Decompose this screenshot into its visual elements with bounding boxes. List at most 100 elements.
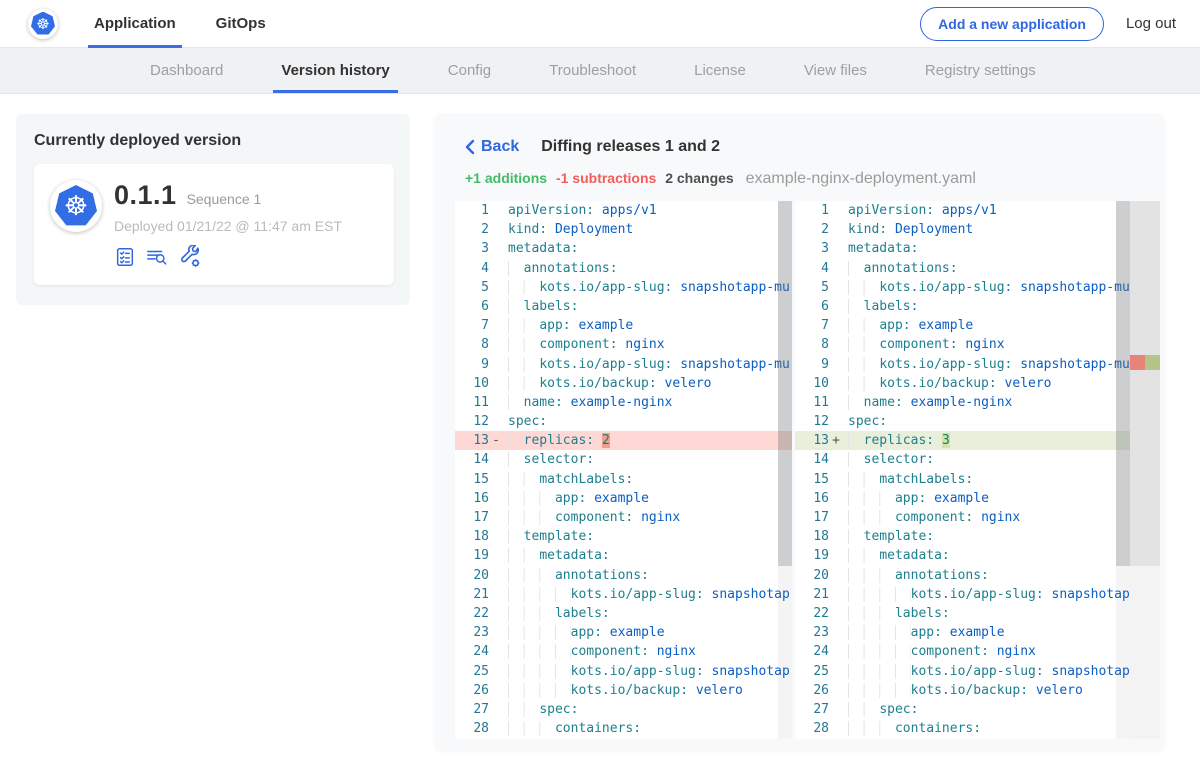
diff-sign (829, 585, 843, 604)
diff-sign (489, 316, 503, 335)
line-number: 12 (455, 412, 489, 431)
diff-sign (829, 239, 843, 258)
diff-line: 27 spec: (455, 700, 792, 719)
code-text: metadata: (843, 546, 950, 565)
diff-overview-ruler[interactable] (1130, 201, 1160, 739)
scrollbar-thumb[interactable] (778, 201, 792, 566)
line-number: 22 (795, 604, 829, 623)
diff-line: 15 matchLabels: (455, 470, 792, 489)
preflight-checks-icon[interactable] (114, 246, 136, 268)
subnav-item-license[interactable]: License (686, 48, 754, 93)
diff-line: 3metadata: (455, 239, 792, 258)
diff-sign (829, 355, 843, 374)
diff-line: 7 app: example (795, 316, 1160, 335)
scrollbar-thumb[interactable] (1116, 201, 1130, 566)
diff-line: 22 labels: (795, 604, 1160, 623)
line-number: 21 (795, 585, 829, 604)
diff-sign (489, 566, 503, 585)
line-number: 6 (795, 297, 829, 316)
back-link[interactable]: Back (465, 138, 519, 156)
code-text: apiVersion: apps/v1 (843, 201, 997, 220)
diff-sign (829, 700, 843, 719)
line-number: 24 (795, 642, 829, 661)
subnav-item-version-history[interactable]: Version history (273, 48, 397, 93)
code-text: name: example-nginx (843, 393, 1012, 412)
diff-line: 25 kots.io/app-slug: snapshotap (795, 662, 1160, 681)
diff-line: 9 kots.io/app-slug: snapshotapp-mu (455, 355, 792, 374)
diff-line: 26 kots.io/backup: velero (795, 681, 1160, 700)
diff-line: 14 selector: (795, 450, 1160, 469)
line-number: 9 (795, 355, 829, 374)
diff-sign (829, 623, 843, 642)
subnav-item-registry-settings[interactable]: Registry settings (917, 48, 1044, 93)
line-number: 13 (795, 431, 829, 450)
diff-line: 4 annotations: (795, 259, 1160, 278)
code-text: template: (503, 527, 594, 546)
code-text: spec: (843, 700, 918, 719)
scrollbar-original[interactable] (778, 201, 792, 739)
diff-title: Diffing releases 1 and 2 (541, 138, 720, 156)
view-logs-icon[interactable] (145, 246, 169, 268)
logout-button[interactable]: Log out (1126, 15, 1176, 32)
subnav-item-dashboard[interactable]: Dashboard (142, 48, 231, 93)
code-text: metadata: (503, 546, 610, 565)
diff-sign (829, 316, 843, 335)
diff-line: 13- replicas: 2 (455, 431, 792, 450)
chevron-left-icon (465, 139, 475, 155)
changes-count: 2 changes (665, 170, 733, 186)
topnav-tab-application[interactable]: Application (88, 0, 182, 48)
diff-panel: Back Diffing releases 1 and 2 +1 additio… (435, 114, 1164, 750)
diff-sign (489, 681, 503, 700)
diff-sign (489, 623, 503, 642)
diff-pane-original[interactable]: 1apiVersion: apps/v12kind: Deployment3me… (455, 201, 792, 739)
code-text: app: example (503, 623, 665, 642)
code-text: kots.io/app-slug: snapshotap (843, 585, 1130, 604)
code-text: component: nginx (503, 335, 665, 354)
line-number: 10 (795, 374, 829, 393)
code-text: annotations: (503, 566, 649, 585)
line-number: 18 (795, 527, 829, 546)
diff-line: 24 component: nginx (455, 642, 792, 661)
line-number: 14 (455, 450, 489, 469)
line-number: 27 (795, 700, 829, 719)
diff-line: 9 kots.io/app-slug: snapshotapp-mu (795, 355, 1160, 374)
scrollbar-modified[interactable] (1116, 201, 1130, 739)
line-number: 24 (455, 642, 489, 661)
diff-sign (489, 239, 503, 258)
line-number: 20 (795, 566, 829, 585)
diff-line: 21 kots.io/app-slug: snapshotap (795, 585, 1160, 604)
line-number: 1 (795, 201, 829, 220)
line-number: 15 (795, 470, 829, 489)
line-number: 28 (795, 719, 829, 738)
diff-line: 25 kots.io/app-slug: snapshotap (455, 662, 792, 681)
code-text: annotations: (843, 566, 989, 585)
diff-sign (829, 259, 843, 278)
deployed-card-title: Currently deployed version (34, 132, 394, 150)
subnav-item-troubleshoot[interactable]: Troubleshoot (541, 48, 644, 93)
diff-editors: 1 apiVersion: apps/v1 2kind: Deployment3me… (455, 201, 1160, 739)
diff-sign (829, 450, 843, 469)
subnav-item-view-files[interactable]: View files (796, 48, 875, 93)
diff-filename: example-nginx-deployment.yaml (746, 170, 976, 187)
line-number: 11 (455, 393, 489, 412)
diff-sign (489, 546, 503, 565)
line-number: 11 (795, 393, 829, 412)
deployed-version-box: ☸ 0.1.1 Sequence 1 Deployed 01/21/22 @ 1… (34, 164, 394, 285)
diff-sign (829, 489, 843, 508)
topnav-tabs: Application GitOps (88, 0, 300, 48)
topnav-tab-gitops[interactable]: GitOps (210, 0, 272, 48)
diff-line: 8 component: nginx (455, 335, 792, 354)
diff-sign (829, 278, 843, 297)
main-content: Currently deployed version ☸ 0.1.1 Seque… (0, 94, 1200, 750)
diff-line: 5 kots.io/app-slug: snapshotapp-mu (795, 278, 1160, 297)
subnav-item-config[interactable]: Config (440, 48, 499, 93)
diff-sign (829, 662, 843, 681)
code-text: kots.io/app-slug: snapshotap (503, 585, 790, 604)
code-text: labels: (503, 297, 578, 316)
diff-pane-modified[interactable]: 1apiVersion: apps/v12kind: Deployment3me… (795, 201, 1160, 739)
diff-line: 14 selector: (455, 450, 792, 469)
diff-sign (489, 259, 503, 278)
add-application-button[interactable]: Add a new application (920, 7, 1104, 41)
diff-line: 2kind: Deployment (455, 220, 792, 239)
edit-config-icon[interactable] (178, 245, 202, 269)
